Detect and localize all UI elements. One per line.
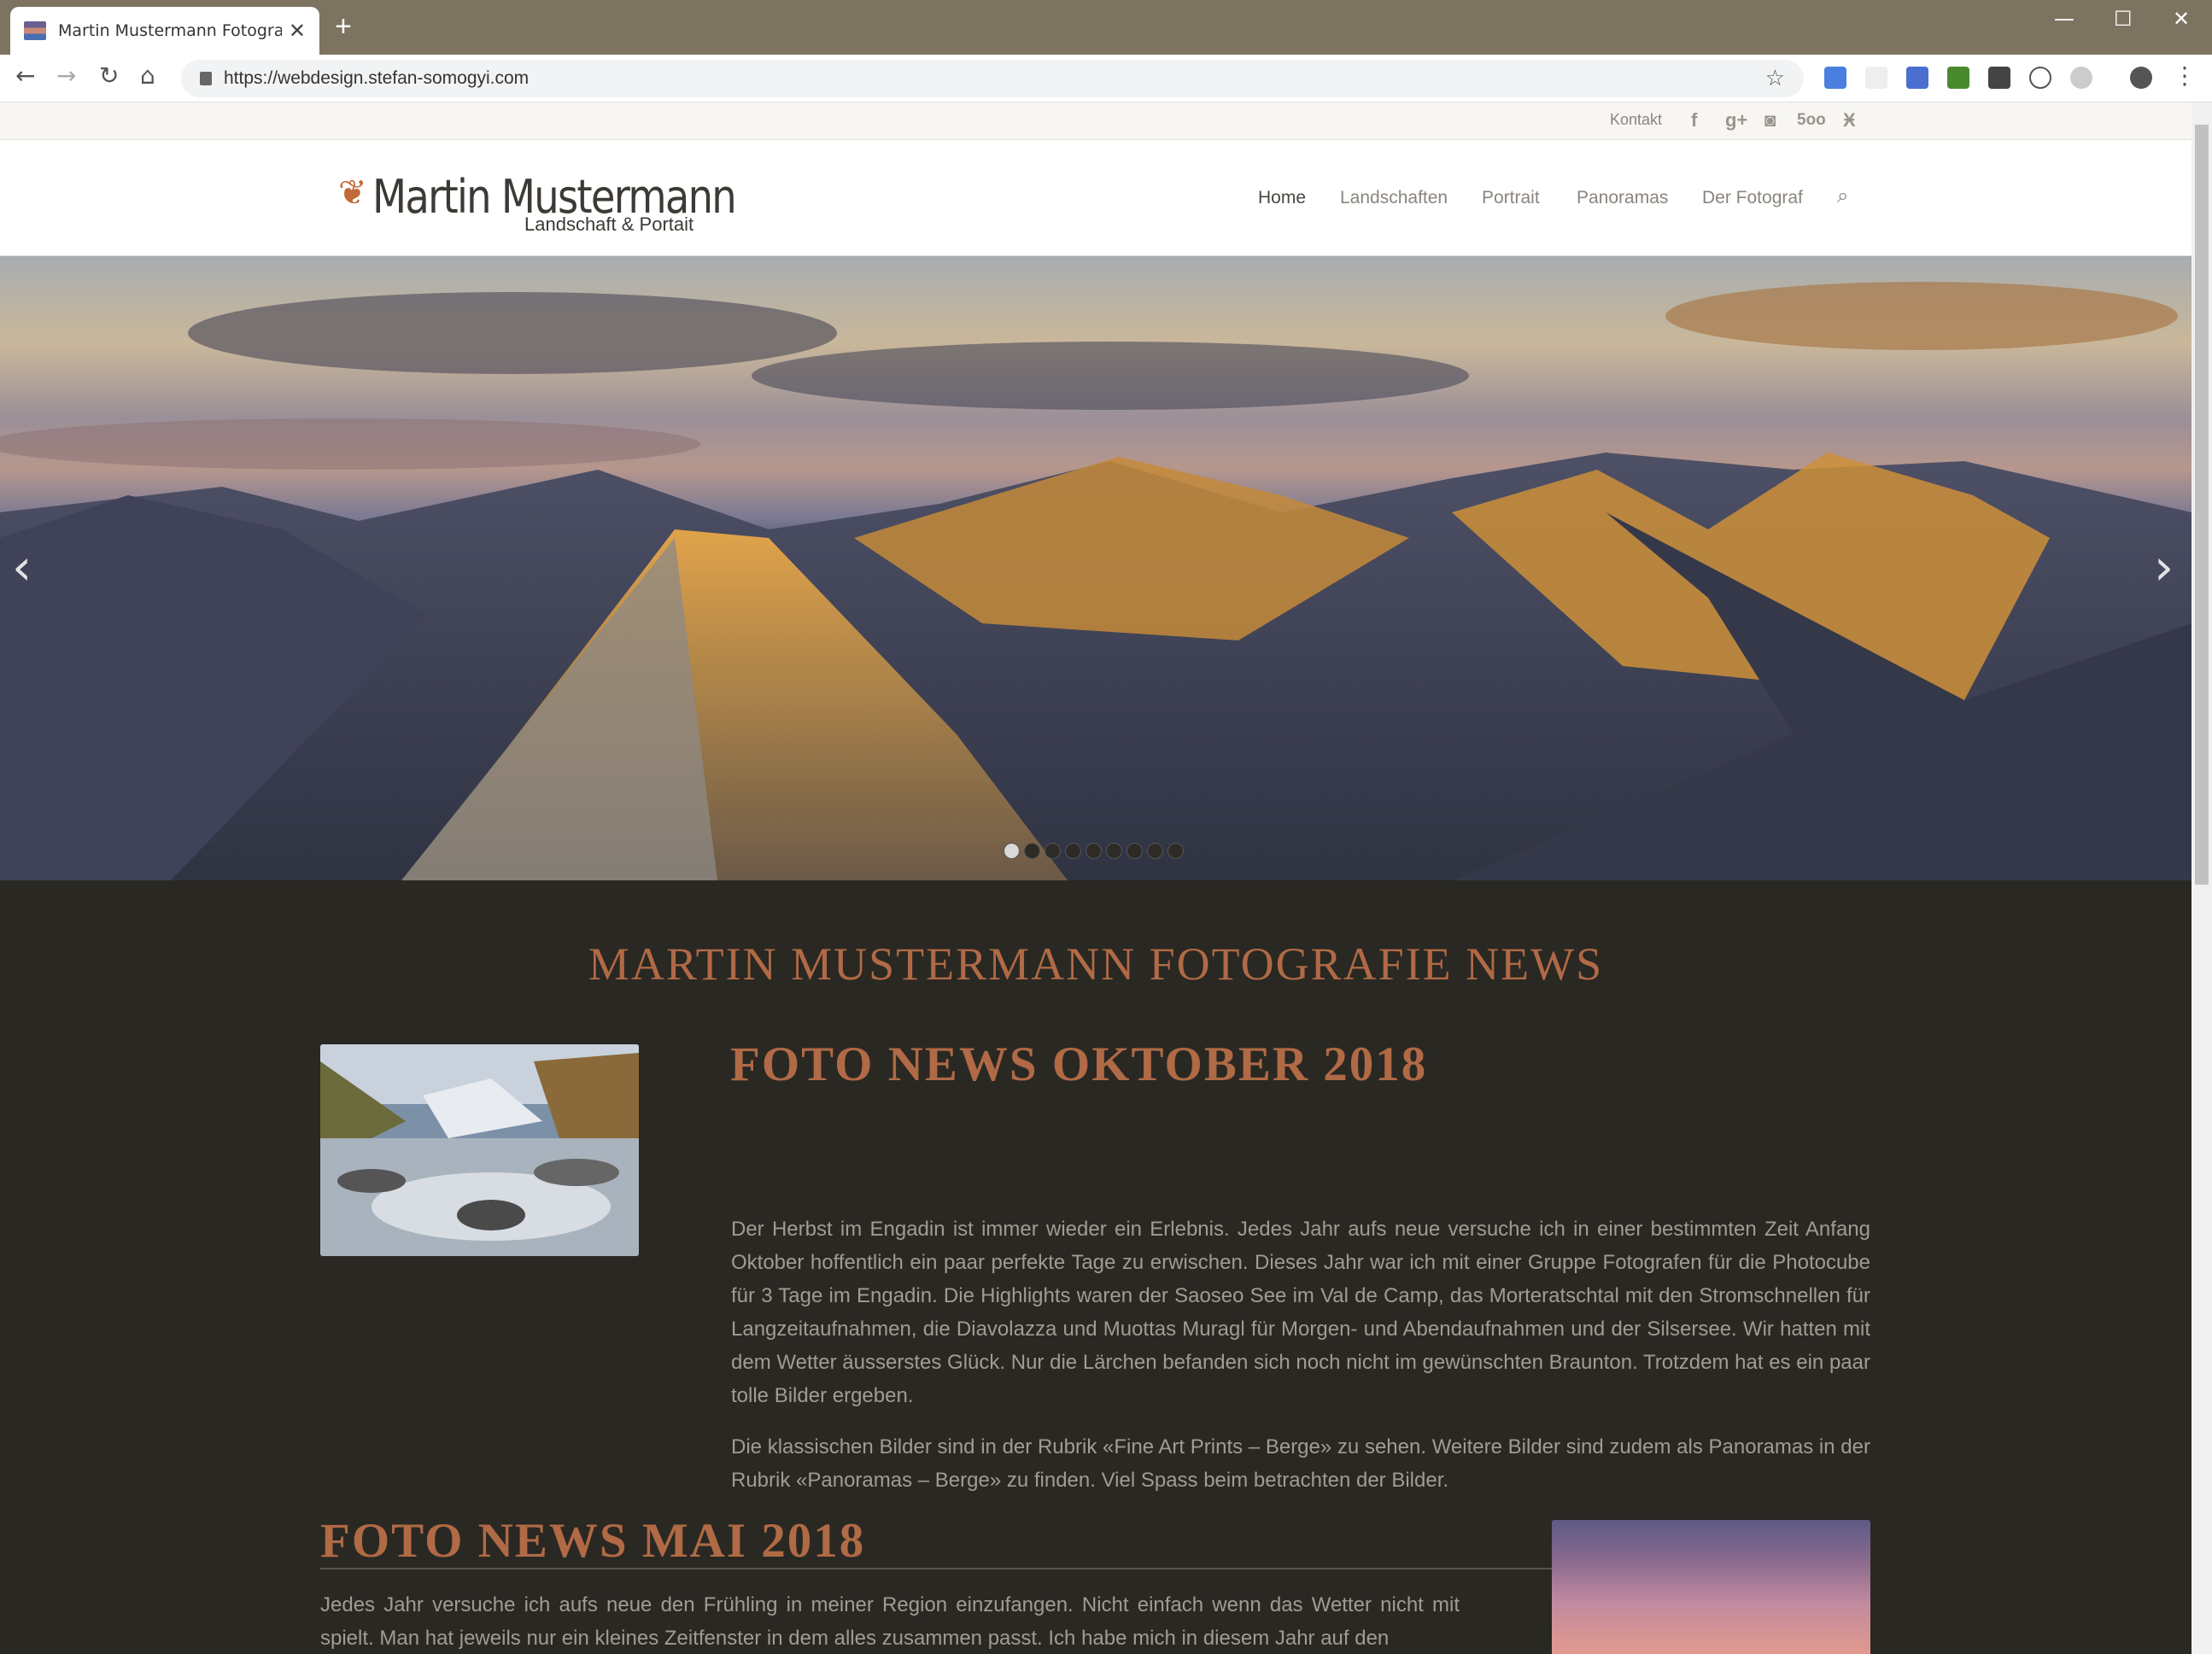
reload-icon[interactable]: ↻ bbox=[99, 61, 119, 90]
post-thumbnail-mai[interactable] bbox=[1552, 1520, 1870, 1654]
window-close-icon[interactable]: ✕ bbox=[2173, 7, 2190, 31]
post-text-mai: Jedes Jahr versuche ich aufs neue den Fr… bbox=[320, 1593, 1460, 1650]
news-section-title: MARTIN MUSTERMANN FOTOGRAFIE NEWS bbox=[588, 938, 1604, 990]
slider-next-arrow[interactable]: › bbox=[2154, 538, 2174, 596]
forward-icon[interactable]: → bbox=[56, 61, 76, 90]
scrollbar-thumb[interactable] bbox=[2195, 125, 2209, 885]
logo-grass-icon: ❦ bbox=[338, 174, 367, 212]
hero-slider[interactable]: ‹ › bbox=[0, 256, 2192, 880]
url-text: https://webdesign.stefan-somogyi.com bbox=[224, 68, 530, 88]
search-icon[interactable]: ⌕ bbox=[1837, 184, 1848, 208]
post-title-oktober[interactable]: FOTO NEWS OKTOBER 2018 bbox=[730, 1037, 1427, 1092]
river-stones-image bbox=[320, 1044, 639, 1256]
circle-extension-icon[interactable] bbox=[2070, 67, 2092, 89]
home-icon[interactable]: ⌂ bbox=[140, 61, 155, 90]
instagram-icon[interactable]: ◙ bbox=[1764, 109, 1776, 132]
bookmark-star-icon[interactable]: ☆ bbox=[1765, 65, 1785, 91]
facebook-icon[interactable]: f bbox=[1691, 109, 1697, 132]
stats-extension-icon[interactable] bbox=[1947, 67, 1969, 89]
post-text-oktober-1: Der Herbst im Engadin ist immer wieder e… bbox=[731, 1218, 1870, 1407]
web-page: Kontakt f g+ ◙ 5oo Ӿ ❦ Martin Mustermann… bbox=[0, 102, 2192, 1654]
browser-menu-icon[interactable]: ⋮ bbox=[2173, 61, 2197, 90]
slider-dot[interactable] bbox=[1126, 843, 1143, 859]
browser-toolbar: ← → ↻ ⌂ https://webdesign.stefan-somogyi… bbox=[0, 55, 2212, 102]
slider-dot[interactable] bbox=[1045, 843, 1061, 859]
lock-icon bbox=[200, 72, 212, 85]
slider-dot[interactable] bbox=[1065, 843, 1081, 859]
logo-subtitle: Landschaft & Portait bbox=[524, 213, 694, 235]
slider-dot[interactable] bbox=[1167, 843, 1184, 859]
slider-dot[interactable] bbox=[1024, 843, 1040, 859]
shield-extension-icon[interactable] bbox=[1988, 67, 2010, 89]
500px-icon[interactable]: 5oo bbox=[1797, 111, 1826, 130]
post-thumbnail-oktober[interactable] bbox=[320, 1044, 639, 1256]
b-extension-icon[interactable] bbox=[1865, 67, 1887, 89]
browser-tab[interactable]: Martin Mustermann Fotografie – ✕ bbox=[10, 7, 319, 55]
slider-dot[interactable] bbox=[1086, 843, 1102, 859]
close-tab-icon[interactable]: ✕ bbox=[289, 19, 306, 44]
slider-dot[interactable] bbox=[1004, 843, 1020, 859]
favicon-icon bbox=[24, 21, 46, 40]
minimize-icon[interactable]: — bbox=[2054, 7, 2074, 31]
top-bar: Kontakt f g+ ◙ 5oo Ӿ bbox=[0, 102, 2192, 140]
mountain-landscape-image bbox=[0, 282, 2192, 880]
new-tab-button[interactable]: + bbox=[335, 12, 352, 41]
profile-avatar[interactable] bbox=[2130, 67, 2152, 89]
logo-name: Martin Mustermann bbox=[372, 170, 737, 224]
google-plus-icon[interactable]: g+ bbox=[1725, 109, 1747, 132]
back-icon[interactable]: ← bbox=[15, 61, 35, 90]
address-bar[interactable]: https://webdesign.stefan-somogyi.com ☆ bbox=[181, 60, 1804, 97]
scrollbar[interactable] bbox=[2192, 102, 2212, 1654]
speed-extension-icon[interactable] bbox=[2029, 67, 2051, 89]
post-text-oktober-2: Die klassischen Bilder sind in der Rubri… bbox=[731, 1435, 1870, 1492]
menu-portrait[interactable]: Portrait bbox=[1482, 188, 1540, 208]
maximize-icon[interactable]: ☐ bbox=[2114, 7, 2133, 31]
site-header: ❦ Martin Mustermann Landschaft & Portait… bbox=[0, 140, 2192, 256]
tab-title: Martin Mustermann Fotografie – bbox=[58, 21, 282, 40]
kontakt-link[interactable]: Kontakt bbox=[1610, 111, 1662, 129]
xing-icon[interactable]: Ӿ bbox=[1843, 109, 1856, 132]
site-logo[interactable]: ❦ Martin Mustermann Landschaft & Portait bbox=[338, 170, 794, 236]
browser-tabstrip: Martin Mustermann Fotografie – ✕ + — ☐ ✕ bbox=[0, 0, 2212, 55]
menu-der-fotograf[interactable]: Der Fotograf bbox=[1702, 188, 1803, 208]
doc-extension-icon[interactable] bbox=[1906, 67, 1928, 89]
menu-landschaften[interactable]: Landschaften bbox=[1340, 188, 1448, 208]
translate-extension-icon[interactable] bbox=[1824, 67, 1846, 89]
post-title-mai[interactable]: FOTO NEWS MAI 2018 bbox=[320, 1513, 865, 1569]
slider-dot[interactable] bbox=[1106, 843, 1122, 859]
slider-dots bbox=[1004, 843, 1184, 859]
slider-prev-arrow[interactable]: ‹ bbox=[12, 538, 32, 596]
menu-panoramas[interactable]: Panoramas bbox=[1577, 188, 1668, 208]
menu-home[interactable]: Home bbox=[1258, 188, 1306, 208]
slider-dot[interactable] bbox=[1147, 843, 1163, 859]
